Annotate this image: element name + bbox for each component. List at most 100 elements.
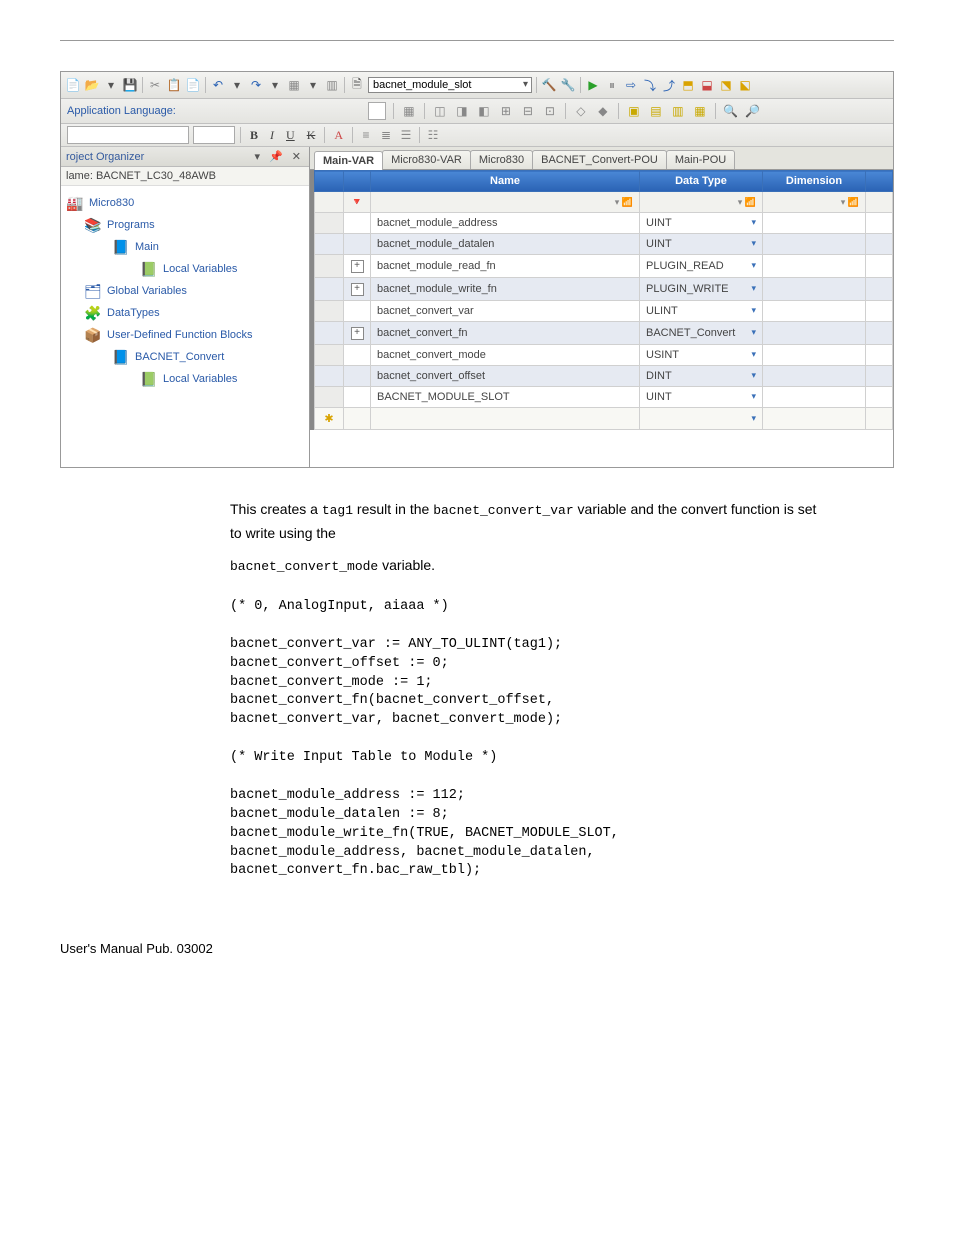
table-row[interactable]: bacnet_module_datalenUINT▾ [315,234,893,255]
expand-icon[interactable]: + [351,327,364,340]
zoom-in-icon[interactable]: 🔍 [723,103,739,119]
tree-node[interactable]: 🧩DataTypes [65,302,305,324]
editor-tab[interactable]: BACNET_Convert-POU [532,150,667,169]
table-row[interactable]: + bacnet_convert_fnBACNET_Convert▾ [315,322,893,345]
cell-name[interactable]: BACNET_MODULE_SLOT [371,387,640,408]
misc2-icon[interactable]: ⬓ [699,77,715,93]
step-over-icon[interactable]: ⤴ [661,77,677,93]
expand-icon[interactable]: + [351,260,364,273]
cell-type[interactable]: BACNET_Convert▾ [640,322,763,345]
redo-icon[interactable]: ↷ [248,77,264,93]
next-icon[interactable]: ⇨ [623,77,639,93]
list-icon[interactable]: ☷ [425,127,441,143]
editor-tab[interactable]: Main-POU [666,150,735,169]
toolbox1-dd-icon[interactable]: ▾ [305,77,321,93]
cell-dimension[interactable] [763,345,866,366]
group2-icon[interactable]: ▤ [648,103,664,119]
build-icon[interactable]: 🔨 [541,77,557,93]
font-color-button[interactable]: A [330,127,347,144]
grid-icon[interactable]: ▦ [401,103,417,119]
group3-icon[interactable]: ▥ [670,103,686,119]
cell-name[interactable]: bacnet_module_write_fn [371,278,640,301]
cell-name[interactable]: bacnet_convert_var [371,301,640,322]
tree-node[interactable]: 📘Main [65,236,305,258]
cell-dimension[interactable] [763,278,866,301]
cell-dimension[interactable] [763,322,866,345]
zoom-out-icon[interactable]: 🔎 [745,103,761,119]
align-left-icon[interactable]: ≡ [358,127,374,143]
cell-type[interactable]: UINT▾ [640,387,763,408]
editor-tab[interactable]: Micro830-VAR [382,150,471,169]
open-icon[interactable]: 📂 [84,77,100,93]
table-row[interactable]: +bacnet_module_read_fnPLUGIN_READ▾ [315,255,893,278]
strike-button[interactable]: K [303,127,320,144]
tree-node[interactable]: 📦User-Defined Function Blocks [65,324,305,346]
col-dimension[interactable]: Dimension [763,171,866,192]
cell-name[interactable]: bacnet_convert_mode [371,345,640,366]
table-row[interactable]: bacnet_convert_varULINT▾ [315,301,893,322]
cell-type[interactable]: DINT▾ [640,366,763,387]
cell-dimension[interactable] [763,387,866,408]
cell-type[interactable]: UINT▾ [640,213,763,234]
table-new-row[interactable]: ✱▾ [315,408,893,430]
tool-icon[interactable]: 🔧 [560,77,576,93]
misc3-icon[interactable]: ⬔ [718,77,734,93]
align-center-icon[interactable]: ≣ [378,127,394,143]
misc4-icon[interactable]: ⬕ [737,77,753,93]
al-icon5[interactable]: ⊟ [520,103,536,119]
variable-table[interactable]: Name Data Type Dimension 🔻 ▾ 📶 ▾ 📶 [314,170,893,430]
pause-icon[interactable]: ⏸ [604,77,620,93]
language-dropdown[interactable] [368,102,386,120]
col-datatype[interactable]: Data Type [640,171,763,192]
cell-dimension[interactable] [763,255,866,278]
cell-name[interactable]: bacnet_module_address [371,213,640,234]
undo-icon[interactable]: ↶ [210,77,226,93]
undo-dropdown-icon[interactable]: ▾ [229,77,245,93]
tree-node[interactable]: 📗Local Variables [65,368,305,390]
report-icon[interactable]: 🗎 [349,77,365,93]
group4-icon[interactable]: ▦ [692,103,708,119]
cell-type[interactable]: USINT▾ [640,345,763,366]
size-dropdown[interactable] [193,126,235,144]
save-dropdown-icon[interactable]: ▾ [103,77,119,93]
sidebar-controls[interactable]: ▾ 📌 ✕ [254,150,304,163]
cut-icon[interactable]: ✂ [147,77,163,93]
copy-icon[interactable]: 📋 [166,77,182,93]
tree-node[interactable]: 📗Local Variables [65,258,305,280]
new-icon[interactable]: 📄 [65,77,81,93]
expand-icon[interactable]: + [351,283,364,296]
table-row[interactable]: BACNET_MODULE_SLOTUINT▾ [315,387,893,408]
cell-dimension[interactable] [763,366,866,387]
table-row[interactable]: + bacnet_module_write_fnPLUGIN_WRITE▾ [315,278,893,301]
underline-button[interactable]: U [282,127,299,144]
cell-type[interactable]: PLUGIN_WRITE▾ [640,278,763,301]
project-tree[interactable]: 🏭Micro830📚Programs📘Main📗Local Variables🗂… [61,186,309,396]
cell-dimension[interactable] [763,213,866,234]
cell-name[interactable]: bacnet_convert_fn [371,322,640,345]
table-row[interactable]: bacnet_module_addressUINT▾ [315,213,893,234]
run-icon[interactable]: ▶ [585,77,601,93]
editor-tab[interactable]: Micro830 [470,150,533,169]
toolbox1-icon[interactable]: ▦ [286,77,302,93]
table-row[interactable]: bacnet_convert_modeUSINT▾ [315,345,893,366]
al-icon8[interactable]: ◆ [595,103,611,119]
editor-tab[interactable]: Main-VAR [314,151,383,170]
misc1-icon[interactable]: ⬒ [680,77,696,93]
tree-node[interactable]: 📚Programs [65,214,305,236]
italic-button[interactable]: I [266,127,278,144]
font-dropdown[interactable] [67,126,189,144]
al-icon3[interactable]: ◧ [476,103,492,119]
cell-name[interactable]: bacnet_module_read_fn [371,255,640,278]
cell-dimension[interactable] [763,301,866,322]
tree-node[interactable]: 🗂Global Variables [65,280,305,302]
step-into-icon[interactable]: ⤵ [642,77,658,93]
al-icon6[interactable]: ⊡ [542,103,558,119]
filter-icon[interactable]: 🔻 [351,197,363,208]
save-icon[interactable]: 💾 [122,77,138,93]
redo-dropdown-icon[interactable]: ▾ [267,77,283,93]
group1-icon[interactable]: ▣ [626,103,642,119]
align-right-icon[interactable]: ☰ [398,127,414,143]
paste-icon[interactable]: 📄 [185,77,201,93]
cell-name[interactable]: bacnet_module_datalen [371,234,640,255]
al-icon7[interactable]: ◇ [573,103,589,119]
